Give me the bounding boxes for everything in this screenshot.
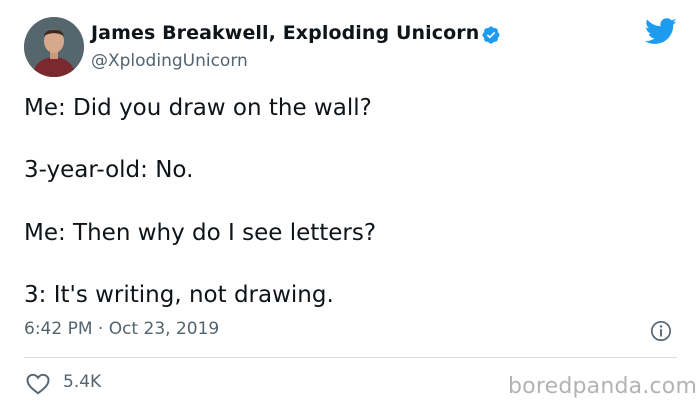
tweet-timestamp[interactable]: 6:42 PM · Oct 23, 2019 <box>24 319 219 339</box>
author-display-name[interactable]: James Breakwell, Exploding Unicorn <box>91 22 479 44</box>
watermark: boredpanda.com <box>508 374 698 399</box>
tweet-text-line: 3-year-old: No. <box>24 157 194 183</box>
tweet-text-line: Me: Did you draw on the wall? <box>24 95 372 121</box>
tweet-text-line: 3: It's writing, not drawing. <box>24 282 334 308</box>
twitter-bird-icon[interactable] <box>645 18 677 45</box>
heart-icon[interactable] <box>26 373 50 395</box>
tweet-text-line: Me: Then why do I see letters? <box>24 220 377 246</box>
avatar[interactable] <box>24 17 84 77</box>
info-icon[interactable] <box>650 320 672 342</box>
author-handle[interactable]: @XplodingUnicorn <box>91 51 248 71</box>
divider <box>24 357 677 358</box>
verified-badge-icon <box>482 26 500 44</box>
like-count: 5.4K <box>63 372 102 392</box>
